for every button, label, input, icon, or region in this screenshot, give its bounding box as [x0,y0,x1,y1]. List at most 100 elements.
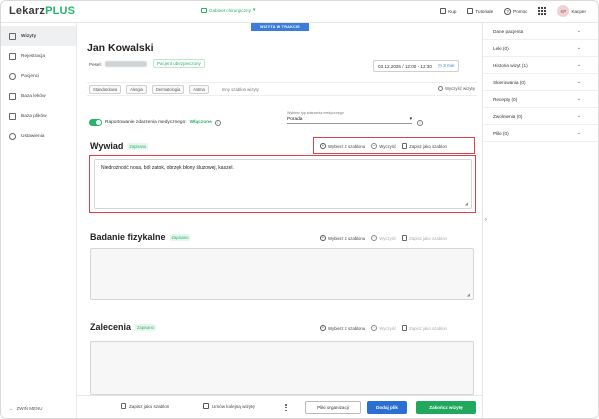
panel-item-prescriptions[interactable]: Recepty (0) ⌄ [483,91,598,108]
clear-icon [437,86,443,91]
finish-visit-button[interactable]: Zakończ wizytę [416,401,476,414]
clear-section-button[interactable]: − Wyczyść [371,143,396,149]
event-type-label: Wybierz typ zdarzenia medycznego [287,111,344,115]
bottom-action-bar: Zapisz jako szablon Umów kolejną wizytę … [77,395,482,418]
panel-item-label: Leki (0) [493,45,509,51]
logo-text: Lekarz [9,5,46,17]
info-icon[interactable]: i [417,120,423,126]
save-icon [402,235,408,241]
event-type-value: Porada [287,117,303,122]
clear-section-button[interactable]: − Wyczyść [371,325,396,331]
section-title-text: Badanie fizykalne [90,232,166,242]
plus-icon: + [320,234,326,241]
more-options-icon[interactable] [285,404,287,411]
interview-text: Niedrożność nosa, ból zatok, obrzęk błon… [101,165,234,171]
panel-item-referrals[interactable]: Skierowania (0) ⌄ [483,74,598,91]
cabinet-label: Gabinet chirurgiczny [209,7,251,13]
tutorials-label: Tutoriale [475,8,494,14]
panel-item-visit-history[interactable]: Historia wizyt (1) ⌄ [483,57,598,74]
sidebar-item-settings[interactable]: Ustawienia [1,126,76,146]
medical-event-toggle[interactable] [89,119,102,126]
save-template-footer-label: Zapisz jako szablon [129,403,170,409]
choose-template-button[interactable]: + Wybierz z szablonu [320,143,365,149]
minus-icon: − [371,324,378,331]
help-label: Pomoc [513,8,528,14]
clear-visit-button[interactable]: Wyczyść wizytę [437,86,475,91]
sidebar-item-visits[interactable]: Wizyty [1,26,76,46]
other-template-link[interactable]: Inny szablon wizyty [222,87,259,92]
minus-icon: − [371,234,378,241]
sidebar-item-drugs[interactable]: Baza leków [1,86,76,106]
calendar-icon [203,403,209,409]
chevron-right-icon[interactable]: › [485,217,487,223]
shop-link[interactable]: Kup [440,8,456,14]
interview-textarea[interactable]: Niedrożność nosa, ból zatok, obrzęk błon… [94,159,472,209]
save-template-label: Zapisz jako szablon [409,235,447,241]
section-title-recommendations: Zalecenia Zapisano [90,322,156,332]
chevron-down-icon: ⌄ [576,62,581,68]
saved-badge: Zapisano [127,143,149,150]
user-menu[interactable]: KP Kacper [557,5,586,17]
exam-textarea[interactable]: ◢ [90,248,474,300]
template-chip[interactable]: Standardowa [89,84,122,94]
chevron-down-icon: ⌄ [576,45,581,51]
section-title-text: Wywiad [90,141,124,151]
sidebar-item-registration[interactable]: Rejestracja [1,46,76,66]
save-template-label: Zapisz jako szablon [409,143,447,149]
resize-handle-icon[interactable]: ◢ [465,201,468,206]
save-icon [402,143,408,149]
schedule-next-visit-button[interactable]: Umów kolejną wizytę [203,403,255,409]
chevron-down-icon: ⌄ [576,28,581,34]
saved-badge: Zapisano [135,324,156,331]
template-chip[interactable]: Alergia [126,84,147,94]
organization-files-button[interactable]: Pliki organizacji [305,401,361,414]
choose-template-button[interactable]: + Wybierz z szablonu [320,325,365,331]
sidebar-item-label: Ustawienia [21,133,45,139]
info-icon[interactable]: i [214,119,221,126]
section-actions-interview: + Wybierz z szablonu − Wyczyść Zapisz jako… [320,143,447,149]
panel-item-patient-data[interactable]: Dane pacjenta ⌄ [483,23,598,40]
template-chip[interactable]: Astma [189,84,209,94]
clear-label: Wyczyść [379,143,397,149]
book-icon [467,8,474,14]
choose-template-button[interactable]: + Wybierz z szablonu [320,235,365,241]
panel-item-files[interactable]: Pliki (0) ⌄ [483,125,598,142]
help-link[interactable]: ? Pomoc [504,7,528,15]
section-actions-exam: + Wybierz z szablonu − Wyczyść Zapisz jako… [320,235,447,241]
save-as-template-button[interactable]: Zapisz jako szablon [402,325,447,331]
cabinet-selector[interactable]: Gabinet chirurgiczny ▾ [201,7,255,13]
clipboard-icon [9,52,16,60]
arrow-left-icon: ← [9,406,14,411]
sidebar: Wizyty Rejestracja Pacjenci Baza leków B… [1,23,77,418]
sidebar-item-label: Pacjenci [21,73,40,79]
save-as-template-footer-button[interactable]: Zapisz jako szablon [121,403,169,409]
save-as-template-button[interactable]: Zapisz jako szablon [402,235,447,241]
panel-item-drugs[interactable]: Leki (0) ⌄ [483,40,598,57]
section-actions-recommendations: + Wybierz z szablonu − Wyczyść Zapisz jako… [320,325,447,331]
apps-grid-icon[interactable] [538,7,547,15]
sidebar-item-label: Wizyty [21,33,37,39]
add-file-button[interactable]: Dodaj plik [367,401,407,414]
panel-item-label: Pliki (0) [493,130,509,136]
save-icon [402,325,408,331]
tutorials-link[interactable]: Tutoriale [467,8,493,14]
sidebar-item-patients[interactable]: Pacjenci [1,66,76,86]
pesel-row: Pesel: [89,61,147,67]
save-as-template-button[interactable]: Zapisz jako szablon [402,143,447,149]
template-chip[interactable]: Dermatologia [151,84,185,94]
folder-icon [9,112,16,120]
collapse-menu-button[interactable]: ← ZWIŃ MENU [9,406,43,411]
avatar: KP [557,5,570,17]
panel-item-sick-leaves[interactable]: Zwolnienia (0) ⌄ [483,108,598,125]
event-type-select[interactable]: Wybierz typ zdarzenia medycznego Porada ▾ [287,111,412,124]
right-panel: Dane pacjenta ⌄ Leki (0) ⌄ Historia wizyt … [482,23,598,418]
collapse-menu-label: ZWIŃ MENU [16,406,43,411]
sidebar-item-label: Baza leków [21,93,46,99]
sidebar-item-files[interactable]: Baza plików [1,106,76,126]
app-logo[interactable]: LekarzPLUS [9,5,75,17]
recommendations-textarea[interactable] [90,341,474,395]
clear-section-button[interactable]: − Wyczyść [371,235,396,241]
panel-item-label: Zwolnienia (0) [493,113,523,119]
resize-handle-icon[interactable]: ◢ [467,292,470,297]
toggle-label: Raportowanie zdarzenia medycznego: [105,120,187,125]
